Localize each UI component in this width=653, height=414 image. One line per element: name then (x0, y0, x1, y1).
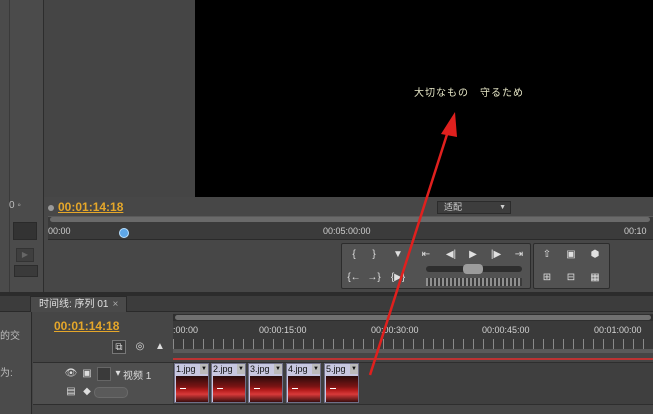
clip-label: 3.jpg (250, 364, 270, 374)
source-jog-box[interactable] (13, 222, 37, 240)
jog-slider[interactable] (426, 264, 522, 274)
clip-label: 4.jpg (288, 364, 308, 374)
playhead-marker-icon[interactable] (119, 228, 129, 238)
next-track-row (33, 404, 653, 414)
close-icon[interactable]: × (112, 299, 118, 310)
timeline-ticks (173, 339, 653, 349)
clip-label: 5.jpg (326, 364, 346, 374)
track-name: 视频 1 (123, 371, 152, 382)
keyframe-icon[interactable]: ◆ (80, 385, 94, 399)
go-to-out-icon[interactable]: ⇥ (510, 247, 528, 263)
mark-out-icon[interactable]: } (365, 247, 383, 263)
video-track-header: 👁 ▣ ▾ ▤ ◆ (33, 362, 173, 404)
chevron-down-icon[interactable]: ▼ (237, 364, 245, 374)
scrollbar-thumb[interactable] (175, 315, 651, 320)
extract-icon[interactable]: ⊞ (538, 270, 556, 286)
marker-icon[interactable]: ▲ (153, 340, 167, 354)
render-bar (173, 358, 653, 360)
ruler-tick-label: 00:10 (624, 226, 647, 236)
jog-knob[interactable] (463, 264, 483, 274)
ruler-tick-label: 00:00:15:00 (259, 325, 307, 335)
fit-dropdown-label: 适配 (444, 202, 463, 212)
tab-timeline-sequence[interactable]: 时间线: 序列 01 × (30, 296, 128, 312)
clip-label: 1.jpg (176, 364, 196, 374)
ruler-tick-label: 00:00:45:00 (482, 325, 530, 335)
go-next-marker-icon[interactable]: →} (365, 270, 383, 286)
eye-icon[interactable]: 👁 (64, 367, 78, 381)
premiere-window: 0 ◦ ▶ 大切なもの 守るため 00:01:14:18 适配 ▼ 00:00 0… (0, 0, 653, 414)
work-area-bar[interactable] (173, 349, 653, 353)
export-frame-icon[interactable]: ▦ (586, 270, 604, 286)
chevron-down-icon[interactable]: ▼ (350, 364, 358, 374)
tab-label: 时间线: 序列 01 (39, 299, 109, 310)
clip-5[interactable]: 5.jpg ▼ (324, 363, 359, 403)
chevron-down-icon[interactable]: ▼ (200, 364, 208, 374)
go-to-in-icon[interactable]: ⇤ (417, 247, 435, 263)
video-subtitle: 大切なもの 守るため (414, 88, 524, 99)
ruler-tick-label: 00:01:00:00 (594, 325, 642, 335)
keyframe-nav[interactable] (94, 387, 128, 398)
fit-dropdown[interactable]: 适配 ▼ (437, 201, 511, 214)
clip-thumbnail (176, 376, 208, 402)
clip-3[interactable]: 3.jpg ▼ (248, 363, 283, 403)
clip-thumbnail (250, 376, 282, 402)
snap-icon[interactable]: ⧉ (112, 340, 126, 354)
clip-label: 2.jpg (213, 364, 233, 374)
shuttle-wheel[interactable] (426, 278, 522, 286)
step-forward-icon[interactable]: |▶ (487, 247, 505, 263)
panel-separator (9, 0, 10, 292)
display-style-icon[interactable]: ▤ (64, 385, 78, 399)
ruler-tick-label: 00:00 (48, 226, 71, 236)
lock-icon[interactable]: ▣ (80, 367, 94, 381)
lift-icon[interactable]: ⇧ (538, 247, 556, 263)
timecode-dot-icon (48, 205, 54, 211)
clip-thumbnail (288, 376, 320, 402)
clip-1[interactable]: 1.jpg ▼ (174, 363, 209, 403)
monitor-time-ruler[interactable]: 00:00 00:05:00:00 00:10 (48, 222, 653, 240)
chevron-down-icon[interactable]: ▼ (274, 364, 282, 374)
timeline-timecode[interactable]: 00:01:14:18 (54, 319, 119, 333)
step-back-icon[interactable]: ◀| (442, 247, 460, 263)
clip-2[interactable]: 2.jpg ▼ (211, 363, 246, 403)
ruler-tick-label: 00:05:00:00 (323, 226, 371, 236)
edit-controls: ⇧ ▣ ⬢ ⊞ ⊟ ▦ (533, 243, 610, 289)
ruler-tick-label: 00:00:30:00 (371, 325, 419, 335)
track-target-icon[interactable] (97, 367, 111, 381)
set-encore-marker-icon[interactable]: ◎ (133, 340, 147, 354)
clip-thumbnail (213, 376, 245, 402)
left-panel-text: 的交 (0, 331, 20, 342)
program-timecode[interactable]: 00:01:14:18 (58, 200, 123, 214)
chevron-down-icon: ▼ (499, 204, 506, 211)
source-timecode: 0 ◦ (9, 200, 21, 211)
trim-icon[interactable]: ⊟ (562, 270, 580, 286)
safe-margins-icon[interactable]: ▣ (562, 247, 580, 263)
source-play-button[interactable]: ▶ (16, 248, 34, 262)
chevron-down-icon[interactable]: ▼ (312, 364, 320, 374)
source-shuttle-box[interactable] (14, 265, 38, 277)
go-prev-marker-icon[interactable]: {← (345, 270, 363, 286)
clip-4[interactable]: 4.jpg ▼ (286, 363, 321, 403)
play-in-out-icon[interactable]: {▶} (389, 270, 407, 286)
ruler-tick-label: :00:00 (173, 325, 199, 335)
set-marker-icon[interactable]: ▼ (389, 247, 407, 263)
play-icon[interactable]: ▶ (464, 247, 482, 263)
left-panel-text: 为: (0, 368, 13, 379)
clip-thumbnail (326, 376, 358, 402)
mark-in-icon[interactable]: { (345, 247, 363, 263)
output-icon[interactable]: ⬢ (586, 247, 604, 263)
timeline-zoom-scrollbar[interactable] (173, 314, 653, 321)
